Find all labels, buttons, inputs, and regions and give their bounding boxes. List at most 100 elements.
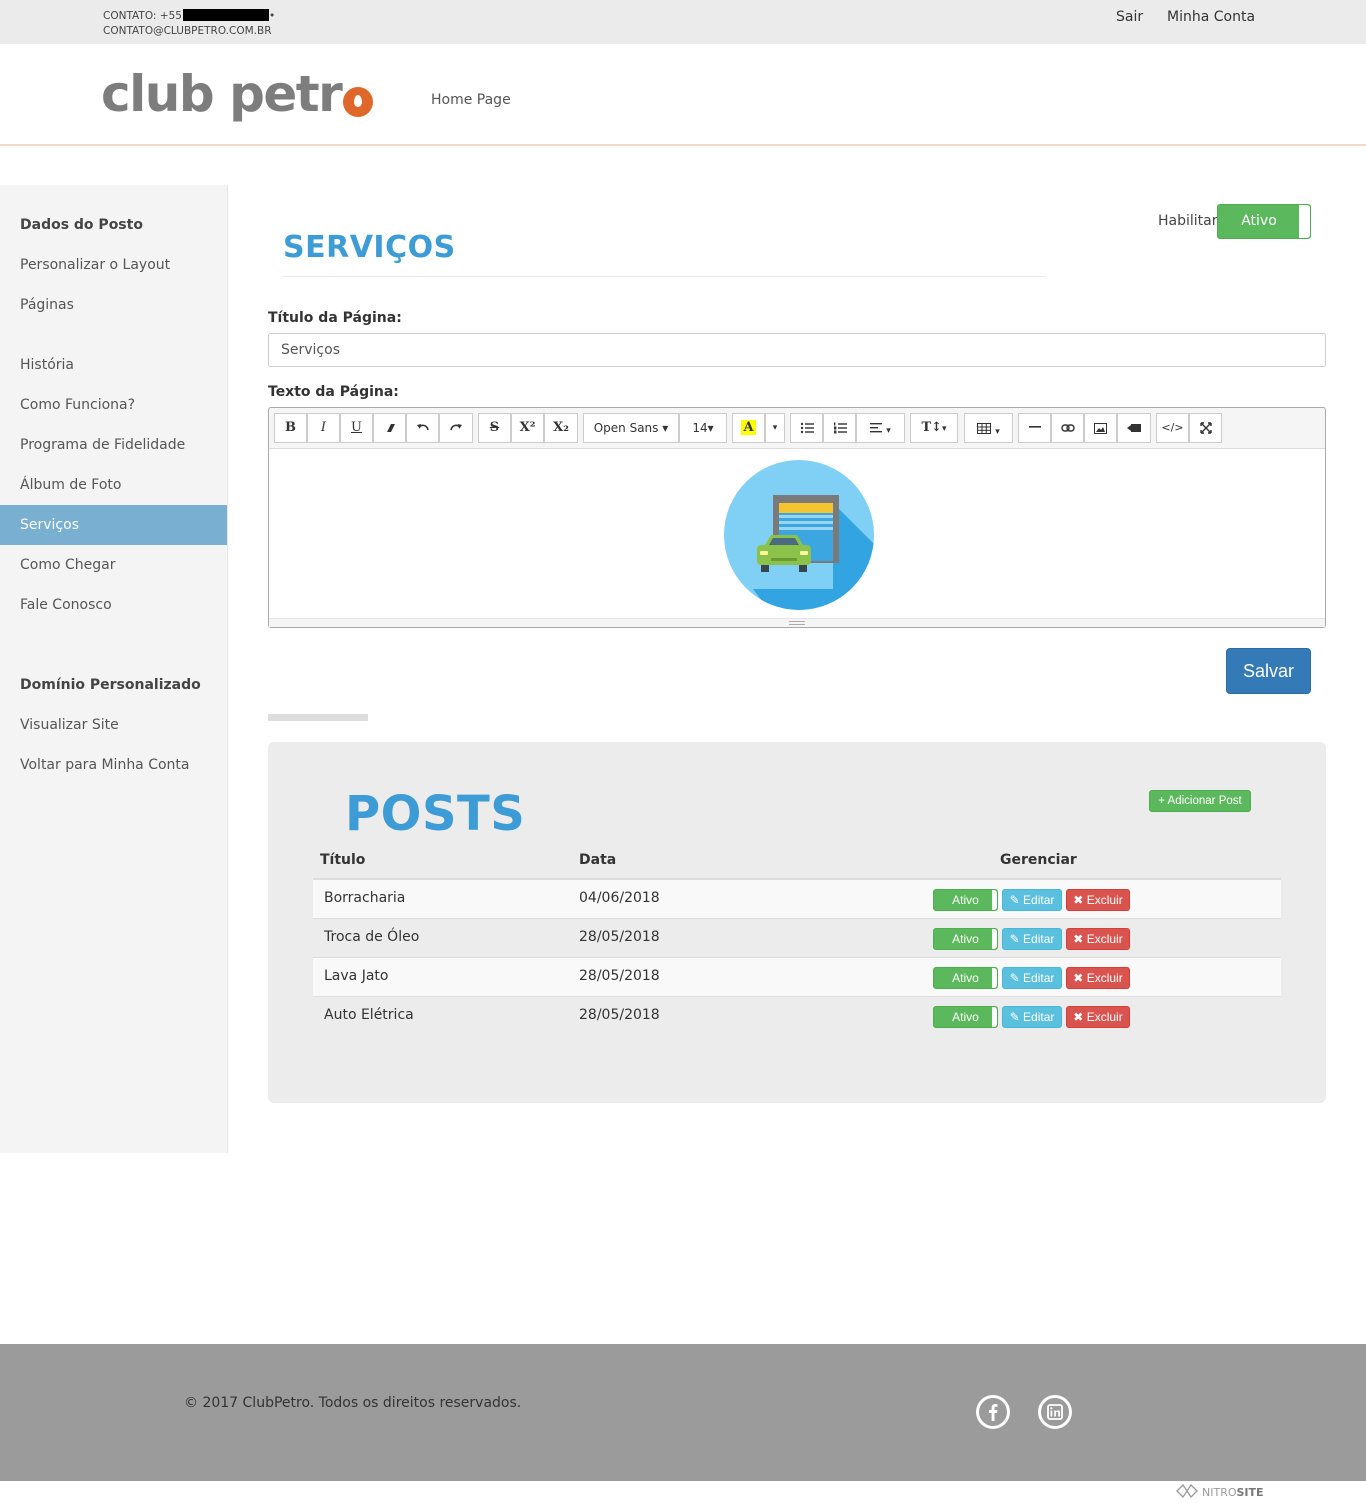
italic-button[interactable]: I: [307, 413, 340, 443]
club-petro-logo[interactable]: club petr: [101, 64, 374, 124]
sidebar-item-programa-fidelidade[interactable]: Programa de Fidelidade: [0, 425, 227, 465]
row-edit-button[interactable]: ✎ Editar: [1002, 967, 1062, 989]
row-edit-button[interactable]: ✎ Editar: [1002, 1006, 1062, 1028]
sidebar-item-como-chegar[interactable]: Como Chegar: [0, 545, 227, 585]
my-account-link[interactable]: Minha Conta: [1167, 9, 1255, 25]
row-ativo-toggle[interactable]: Ativo: [933, 1006, 998, 1028]
contact-info: CONTATO: +55 • CONTATO@CLUBPETRO.COM.BR: [103, 9, 276, 37]
redo-icon[interactable]: [439, 413, 473, 443]
link-icon[interactable]: [1051, 413, 1084, 443]
underline-button[interactable]: U: [340, 413, 373, 443]
habilitar-toggle[interactable]: Ativo: [1217, 204, 1311, 239]
edit-icon: ✎: [1009, 971, 1020, 985]
nitrosite-credit[interactable]: NITROSITE: [1176, 1483, 1264, 1502]
font-family-select[interactable]: Open Sans ▾: [583, 413, 679, 443]
ativo-label: Ativo: [952, 1010, 979, 1024]
row-edit-button[interactable]: ✎ Editar: [1002, 928, 1062, 950]
editor-toolbar: B I U S X² X₂ Open Sans ▾ 14▾ A ▾ ▾ T↕▾ …: [269, 408, 1325, 449]
row-data: 28/05/2018: [579, 1007, 660, 1023]
font-family-value: Open Sans: [593, 421, 659, 435]
sidebar-item-paginas[interactable]: Páginas: [0, 285, 227, 325]
close-icon: ✖: [1073, 1010, 1084, 1024]
facebook-icon[interactable]: [976, 1395, 1010, 1429]
editor-resize-handle[interactable]: [269, 618, 1325, 627]
editor-content[interactable]: [269, 450, 1325, 619]
row-ativo-toggle[interactable]: Ativo: [933, 928, 998, 950]
posts-title: POSTS: [345, 786, 526, 842]
redacted-phone: [182, 9, 269, 21]
sidebar-item-servicos[interactable]: Serviços: [0, 505, 227, 545]
undo-icon[interactable]: [406, 413, 439, 443]
font-size-value: 14: [692, 421, 708, 435]
grip-icon: [789, 621, 805, 625]
rich-text-editor: B I U S X² X₂ Open Sans ▾ 14▾ A ▾ ▾ T↕▾ …: [268, 407, 1326, 628]
column-header-titulo: Título: [320, 852, 366, 868]
row-data: 04/06/2018: [579, 890, 660, 906]
page-title: SERVIÇOS: [283, 230, 456, 265]
row-titulo: Lava Jato: [324, 968, 389, 984]
image-icon[interactable]: [1084, 413, 1117, 443]
horizontal-rule-icon[interactable]: [1018, 413, 1051, 443]
sidebar-item-dados-do-posto[interactable]: Dados do Posto: [0, 205, 227, 245]
eraser-icon[interactable]: [373, 413, 406, 443]
site-header: club petr Home Page: [0, 44, 1366, 146]
line-height-glyph: T↕: [921, 420, 943, 435]
logo-text: club petr: [101, 65, 343, 123]
strikethrough-button[interactable]: S: [478, 413, 511, 443]
code-view-icon[interactable]: </>: [1156, 413, 1189, 443]
top-bar: CONTATO: +55 • CONTATO@CLUBPETRO.COM.BR S…: [0, 0, 1366, 44]
row-ativo-toggle[interactable]: Ativo: [933, 889, 998, 911]
save-button[interactable]: Salvar: [1226, 648, 1311, 694]
texto-label: Texto da Página:: [268, 384, 399, 400]
titulo-input[interactable]: Serviços: [268, 333, 1326, 367]
highlight-color-icon[interactable]: A: [732, 413, 765, 443]
row-data: 28/05/2018: [579, 929, 660, 945]
superscript-button[interactable]: X²: [511, 413, 544, 443]
row-edit-button[interactable]: ✎ Editar: [1002, 889, 1062, 911]
bullet-list-icon[interactable]: [790, 413, 823, 443]
subscript-button[interactable]: X₂: [544, 413, 578, 443]
car-wash-illustration-icon: [724, 460, 874, 610]
habilitar-toggle-label: Ativo: [1241, 213, 1277, 229]
row-delete-button[interactable]: ✖ Excluir: [1066, 928, 1130, 950]
color-dropdown-icon[interactable]: ▾: [765, 413, 785, 443]
bold-button[interactable]: B: [274, 413, 307, 443]
linkedin-icon[interactable]: [1038, 1395, 1072, 1429]
logout-link[interactable]: Sair: [1116, 9, 1143, 25]
row-titulo: Auto Elétrica: [324, 1007, 414, 1023]
sidebar-item-visualizar-site[interactable]: Visualizar Site: [0, 705, 227, 745]
title-divider: [283, 276, 1046, 277]
close-icon: ✖: [1073, 932, 1084, 946]
align-dropdown-icon[interactable]: ▾: [856, 413, 905, 443]
font-size-select[interactable]: 14▾: [679, 413, 727, 443]
habilitar-label: Habilitar: [1158, 213, 1218, 229]
table-row: Troca de Óleo 28/05/2018 Ativo ✎ Editar …: [313, 919, 1281, 958]
row-ativo-toggle[interactable]: Ativo: [933, 967, 998, 989]
toggle-knob: [992, 1007, 997, 1027]
row-delete-button[interactable]: ✖ Excluir: [1066, 967, 1130, 989]
ativo-label: Ativo: [952, 932, 979, 946]
ativo-label: Ativo: [952, 893, 979, 907]
column-header-gerenciar: Gerenciar: [1000, 852, 1077, 868]
add-post-button[interactable]: + Adicionar Post: [1149, 790, 1251, 812]
sidebar-item-como-funciona[interactable]: Como Funciona?: [0, 385, 227, 425]
line-height-dropdown[interactable]: T↕▾: [910, 413, 958, 443]
sidebar-item-dominio-personalizado[interactable]: Domínio Personalizado: [0, 665, 227, 705]
site-footer: © 2017 ClubPetro. Todos os direitos rese…: [0, 1344, 1366, 1481]
row-delete-button[interactable]: ✖ Excluir: [1066, 889, 1130, 911]
fullscreen-icon[interactable]: [1189, 413, 1222, 443]
video-icon[interactable]: [1117, 413, 1151, 443]
table-dropdown-icon[interactable]: ▾: [964, 413, 1013, 443]
copyright-text: © 2017 ClubPetro. Todos os direitos rese…: [184, 1395, 522, 1411]
sidebar-item-voltar-minha-conta[interactable]: Voltar para Minha Conta: [0, 745, 227, 785]
nitrosite-text: NITROSITE: [1202, 1486, 1264, 1499]
sidebar-item-personalizar-layout[interactable]: Personalizar o Layout: [0, 245, 227, 285]
sidebar-item-historia[interactable]: História: [0, 345, 227, 385]
nav-home-page[interactable]: Home Page: [431, 92, 511, 108]
row-delete-button[interactable]: ✖ Excluir: [1066, 1006, 1130, 1028]
sidebar-item-fale-conosco[interactable]: Fale Conosco: [0, 585, 227, 625]
close-icon: ✖: [1073, 971, 1084, 985]
sidebar-item-album-foto[interactable]: Álbum de Foto: [0, 465, 227, 505]
numbered-list-icon[interactable]: [823, 413, 856, 443]
edit-icon: ✎: [1009, 932, 1020, 946]
